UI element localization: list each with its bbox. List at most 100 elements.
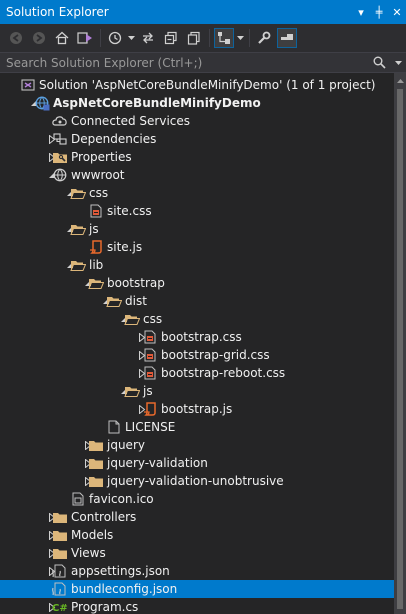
tree-item-label: Properties: [71, 150, 132, 164]
properties-button[interactable]: [254, 28, 274, 48]
tree-item[interactable]: Properties: [0, 148, 394, 166]
globe-icon: [52, 167, 68, 183]
css-file-icon: [142, 347, 158, 363]
svg-text:C#: C#: [52, 603, 68, 614]
tree-item[interactable]: Connected Services: [0, 112, 394, 130]
preview-icon: [281, 34, 293, 40]
tree-item-label: wwwroot: [71, 168, 125, 182]
css-file-icon: [88, 203, 104, 219]
tree-item[interactable]: dist: [0, 292, 394, 310]
scrollbar-thumb[interactable]: [397, 89, 403, 609]
tree-item[interactable]: bootstrap.css: [0, 328, 394, 346]
tree-item-label: Controllers: [71, 510, 137, 524]
tree-item[interactable]: bootstrap: [0, 274, 394, 292]
close-button[interactable]: ✕: [388, 2, 406, 22]
search-options-dropdown[interactable]: [390, 60, 406, 65]
show-all-files-button[interactable]: [184, 28, 204, 48]
toolbar-separator: [100, 29, 101, 47]
file-icon: [106, 419, 122, 435]
chevron-down-icon: [394, 60, 402, 65]
preview-selected-items-button[interactable]: [277, 28, 297, 48]
tree-item-label: appsettings.json: [71, 564, 170, 578]
tree-item[interactable]: wwwroot: [0, 166, 394, 184]
toolbar-separator: [209, 29, 210, 47]
view-mode-dropdown[interactable]: [237, 28, 244, 48]
pending-changes-dropdown[interactable]: [128, 28, 135, 48]
tree-item-label: site.css: [107, 204, 152, 218]
tree-item[interactable]: Dependencies: [0, 130, 394, 148]
search-box[interactable]: [0, 52, 406, 73]
show-all-files-icon: [187, 31, 200, 45]
folder-open-icon: [70, 221, 86, 237]
tree-item[interactable]: bootstrap-reboot.css: [0, 364, 394, 382]
connected-services-icon: [52, 113, 68, 129]
back-button[interactable]: [6, 28, 26, 48]
tree-item-label: dist: [125, 294, 147, 308]
tree-view-icon: [218, 32, 230, 44]
css-file-icon: [142, 329, 158, 345]
tree-item-label: Connected Services: [71, 114, 191, 128]
tree-item[interactable]: bundleconfig.json: [0, 580, 394, 598]
forward-button[interactable]: [29, 28, 49, 48]
csharp-file-icon: C#: [52, 599, 68, 614]
sync-arrows-icon: [143, 32, 153, 44]
tree-item[interactable]: Controllers: [0, 508, 394, 526]
tree-item[interactable]: jquery-validation-unobtrusive: [0, 472, 394, 490]
tree-item-label: site.js: [107, 240, 143, 254]
json-file-icon: [52, 581, 68, 597]
tree-item[interactable]: lib: [0, 256, 394, 274]
tree-item[interactable]: bootstrap.js: [0, 400, 394, 418]
tree-item[interactable]: css: [0, 184, 394, 202]
dependencies-icon: [52, 131, 68, 147]
search-input[interactable]: [0, 55, 368, 70]
tree-item[interactable]: AspNetCoreBundleMinifyDemo: [0, 94, 394, 112]
vertical-scrollbar[interactable]: [394, 73, 406, 614]
pending-changes-filter-button[interactable]: [105, 28, 125, 48]
tree-item-label: Models: [71, 528, 114, 542]
view-mode-button[interactable]: [214, 28, 234, 48]
folder-open-icon: [88, 275, 104, 291]
toolbar-separator: [249, 29, 250, 47]
tree-item[interactable]: Views: [0, 544, 394, 562]
tree-item[interactable]: C# Program.cs: [0, 598, 394, 614]
tree-item-label: js: [89, 222, 99, 236]
scroll-up-arrow-icon[interactable]: [394, 75, 406, 87]
tree-item[interactable]: Solution 'AspNetCoreBundleMinifyDemo' (1…: [0, 76, 394, 94]
tree-item-label: bootstrap.css: [161, 330, 242, 344]
tree-item[interactable]: appsettings.json: [0, 562, 394, 580]
tree-item-label: js: [143, 384, 153, 398]
window-title: Solution Explorer: [6, 5, 109, 19]
tree-item[interactable]: LICENSE: [0, 418, 394, 436]
sync-button[interactable]: [138, 28, 158, 48]
tree-item[interactable]: Models: [0, 526, 394, 544]
icon-file-icon: [70, 491, 86, 507]
title-bar: Solution Explorer ▾ ╪ ✕: [0, 0, 406, 24]
tree-item-label: css: [143, 312, 163, 326]
tree-item-label: bootstrap: [107, 276, 165, 290]
folder-icon: [52, 545, 68, 561]
tree-item[interactable]: bootstrap-grid.css: [0, 346, 394, 364]
folder-icon: [88, 455, 104, 471]
properties-folder-icon: [52, 149, 68, 165]
tree-item-label: Dependencies: [71, 132, 157, 146]
tree-item-label: bootstrap.js: [161, 402, 233, 416]
tree-item[interactable]: js: [0, 382, 394, 400]
web-project-icon: [34, 95, 50, 111]
switch-views-button[interactable]: [75, 28, 95, 48]
search-icon[interactable]: [368, 56, 390, 69]
home-icon: [55, 31, 69, 45]
chevron-down-icon: [237, 36, 244, 40]
collapse-all-button[interactable]: [161, 28, 181, 48]
tree-item[interactable]: jquery-validation: [0, 454, 394, 472]
collapse-all-icon: [164, 31, 177, 45]
home-button[interactable]: [52, 28, 72, 48]
tree-item[interactable]: site.css: [0, 202, 394, 220]
window-menu-button[interactable]: ▾: [352, 2, 370, 22]
tree-item[interactable]: css: [0, 310, 394, 328]
tree-item[interactable]: favicon.ico: [0, 490, 394, 508]
tree-item[interactable]: js: [0, 220, 394, 238]
tree-item[interactable]: jquery: [0, 436, 394, 454]
pin-button[interactable]: ╪: [370, 2, 388, 22]
folder-open-icon: [106, 293, 122, 309]
tree-item[interactable]: site.js: [0, 238, 394, 256]
